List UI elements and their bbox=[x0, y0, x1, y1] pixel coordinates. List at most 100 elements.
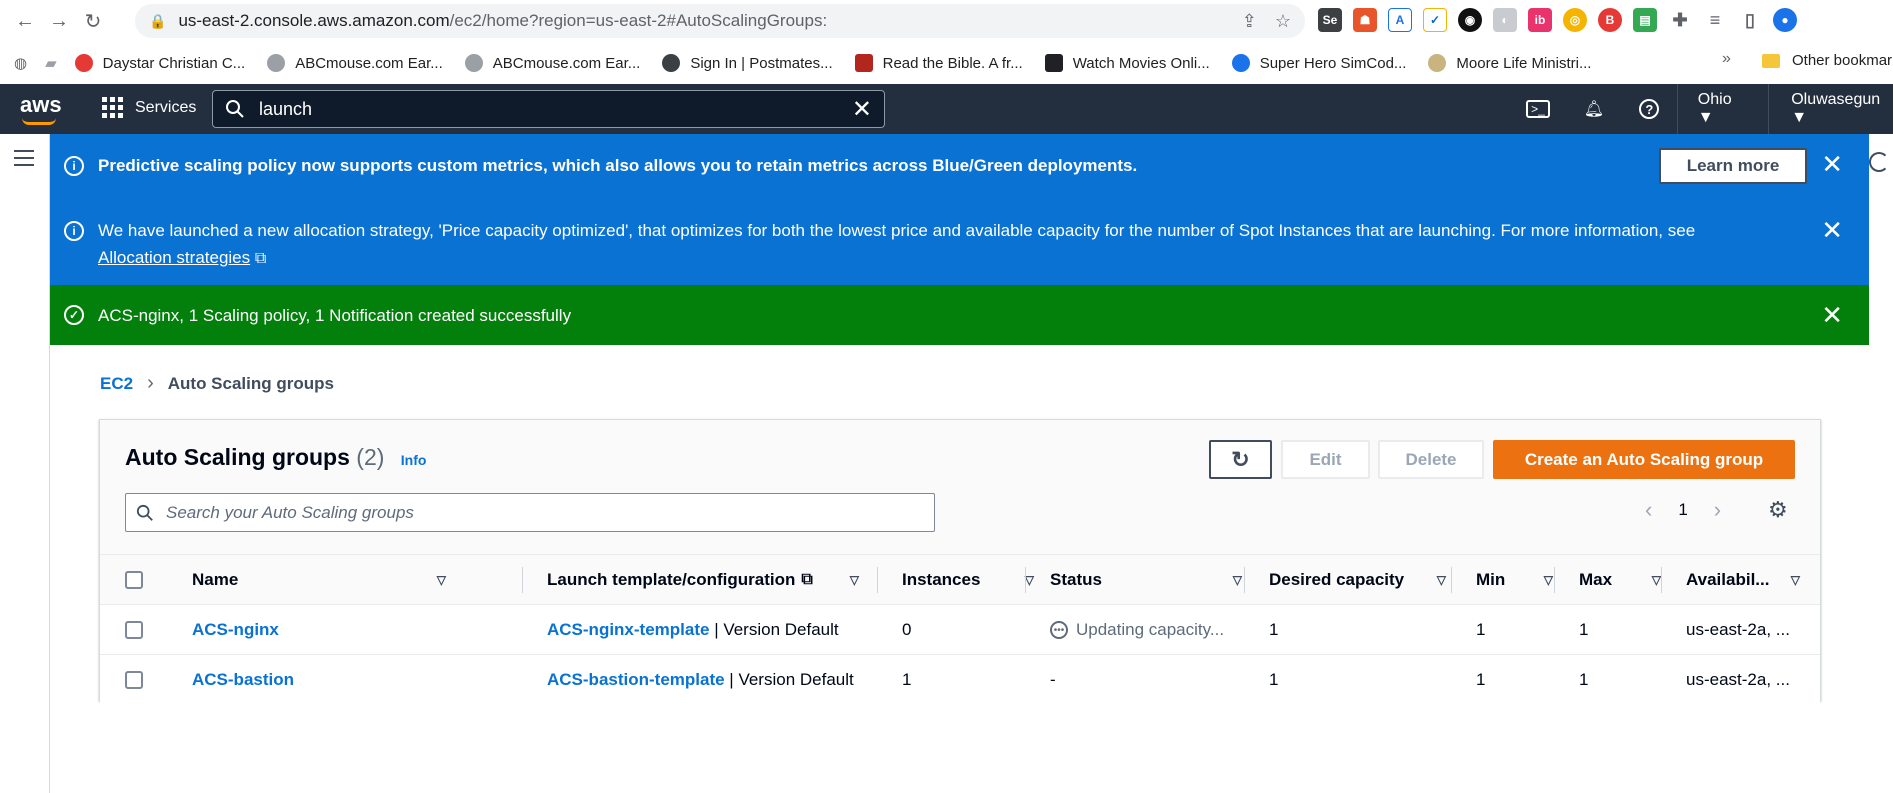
extension-icon[interactable]: ◎ bbox=[1563, 8, 1587, 32]
close-icon[interactable]: ✕ bbox=[1821, 302, 1843, 328]
column-status[interactable]: Status ▽ bbox=[1050, 555, 1250, 604]
services-menu[interactable]: Services bbox=[102, 97, 196, 118]
side-panel-icon[interactable]: ▯ bbox=[1738, 8, 1762, 32]
user-menu[interactable]: Oluwasegun ▼ bbox=[1769, 91, 1893, 127]
allocation-strategies-link[interactable]: Allocation strategies bbox=[98, 248, 250, 267]
info-link[interactable]: Info bbox=[401, 452, 427, 468]
back-icon[interactable]: ← bbox=[8, 4, 42, 38]
row-template-link[interactable]: ACS-nginx-template bbox=[547, 620, 709, 640]
help-icon[interactable]: ? bbox=[1622, 84, 1678, 134]
services-label: Services bbox=[135, 98, 197, 116]
address-bar[interactable]: 🔒 us-east-2.console.aws.amazon.com/ec2/h… bbox=[135, 4, 1305, 38]
reload-icon[interactable]: ↻ bbox=[76, 4, 110, 38]
learn-more-button[interactable]: Learn more bbox=[1659, 148, 1807, 184]
table-row[interactable]: ACS-nginx ACS-nginx-template | Version D… bbox=[100, 606, 1820, 655]
puzzle-icon[interactable]: ✚ bbox=[1668, 8, 1692, 32]
table-header: Auto Scaling groups (2) Info ↻ Edit Dele… bbox=[100, 420, 1820, 555]
close-icon[interactable]: ✕ bbox=[1821, 151, 1843, 177]
extension-icon[interactable]: A bbox=[1388, 8, 1412, 32]
forward-icon[interactable]: → bbox=[42, 4, 76, 38]
select-all-checkbox[interactable] bbox=[125, 555, 149, 604]
table-search-input[interactable]: Search your Auto Scaling groups bbox=[125, 493, 935, 532]
column-min[interactable]: Min ▽ bbox=[1476, 555, 1561, 604]
bookmark-favicon-icon bbox=[854, 54, 873, 72]
share-icon[interactable]: ⇪ bbox=[1242, 11, 1257, 32]
row-name-link[interactable]: ACS-nginx bbox=[192, 606, 279, 654]
gear-icon[interactable]: ⚙ bbox=[1768, 497, 1788, 523]
column-availability-zones[interactable]: Availabil... ▽ bbox=[1686, 555, 1808, 604]
bookmark-item[interactable]: ABCmouse.com Ear... bbox=[464, 54, 640, 72]
other-bookmarks[interactable]: Other bookmar bbox=[1762, 52, 1892, 69]
row-instances: 0 bbox=[902, 620, 912, 639]
bookmark-page-icon[interactable]: ▰ bbox=[45, 54, 57, 72]
browser-toolbar: ← → ↻ 🔒 us-east-2.console.aws.amazon.com… bbox=[0, 0, 1893, 42]
url-path: /ec2/home?region=us-east-2#AutoScalingGr… bbox=[449, 11, 828, 30]
bookmark-item[interactable]: Watch Movies Onli... bbox=[1044, 54, 1210, 72]
extension-icon[interactable]: ▤ bbox=[1633, 8, 1657, 32]
bookmark-star-icon[interactable]: ☆ bbox=[1275, 11, 1291, 32]
row-checkbox[interactable] bbox=[125, 606, 149, 654]
flash-predictive-text: Predictive scaling policy now supports c… bbox=[98, 156, 1138, 175]
bookmark-favicon-icon bbox=[74, 54, 93, 72]
extension-icon[interactable]: ◐ bbox=[1493, 8, 1517, 32]
column-instances[interactable]: Instances ▽ bbox=[902, 555, 1042, 604]
row-template-link[interactable]: ACS-bastion-template bbox=[547, 670, 725, 690]
chevron-right-icon[interactable]: › bbox=[1714, 497, 1721, 523]
hamburger-menu-icon[interactable] bbox=[14, 150, 34, 171]
row-checkbox[interactable] bbox=[125, 655, 149, 704]
bookmark-item[interactable]: Super Hero SimCod... bbox=[1231, 54, 1406, 72]
row-desired: 1 bbox=[1269, 669, 1279, 689]
in-progress-icon: ••• bbox=[1050, 621, 1068, 639]
region-selector[interactable]: Ohio ▼ bbox=[1678, 84, 1770, 134]
extension-icon[interactable]: Se bbox=[1318, 8, 1342, 32]
column-launch-template[interactable]: Launch template/configuration ⧉ ▽ bbox=[547, 555, 867, 604]
avatar[interactable]: ● bbox=[1773, 8, 1797, 32]
extension-icon[interactable]: ◉ bbox=[1458, 8, 1482, 32]
sort-icon: ▽ bbox=[1232, 572, 1242, 587]
delete-button[interactable]: Delete bbox=[1378, 440, 1484, 479]
clear-search-icon[interactable]: ✕ bbox=[852, 95, 872, 124]
extension-icon[interactable]: ✓ bbox=[1423, 8, 1447, 32]
folder-icon bbox=[1762, 53, 1780, 68]
column-headers: Name ▽ Launch template/configuration ⧉ ▽ In… bbox=[100, 555, 1820, 605]
tools-panel-icon[interactable] bbox=[1869, 152, 1889, 172]
bookmark-item[interactable]: Moore Life Ministri... bbox=[1428, 54, 1591, 72]
extension-icon[interactable]: B bbox=[1598, 8, 1622, 32]
reading-list-icon[interactable]: ≡ bbox=[1703, 8, 1727, 32]
bookmark-item[interactable]: ABCmouse.com Ear... bbox=[267, 54, 443, 72]
column-desired-capacity[interactable]: Desired capacity ▽ bbox=[1269, 555, 1454, 604]
breadcrumb-current: Auto Scaling groups bbox=[167, 373, 334, 393]
edit-button[interactable]: Edit bbox=[1281, 440, 1370, 479]
cloudshell-icon[interactable]: >_ bbox=[1510, 84, 1566, 134]
close-icon[interactable]: ✕ bbox=[1821, 217, 1843, 243]
info-icon: i bbox=[64, 221, 84, 241]
extension-icon[interactable]: ☗ bbox=[1353, 8, 1377, 32]
row-status: ••• Updating capacity... bbox=[1050, 606, 1240, 654]
breadcrumb-ec2[interactable]: EC2 bbox=[100, 374, 133, 394]
refresh-button[interactable]: ↻ bbox=[1209, 440, 1272, 479]
aws-logo-smile-icon bbox=[22, 118, 56, 125]
row-name-link[interactable]: ACS-bastion bbox=[192, 655, 294, 704]
sort-icon: ▽ bbox=[1436, 572, 1446, 587]
sort-icon: ▽ bbox=[1543, 572, 1553, 587]
extension-icon[interactable]: ib bbox=[1528, 8, 1552, 32]
bookmark-item[interactable]: Read the Bible. A fr... bbox=[854, 54, 1023, 72]
aws-search-input[interactable]: launch ✕ bbox=[212, 90, 885, 128]
bookmark-item[interactable]: Daystar Christian C... bbox=[74, 54, 245, 72]
apps-icon[interactable]: ◍ bbox=[14, 54, 27, 72]
auto-scaling-groups-table: Auto Scaling groups (2) Info ↻ Edit Dele… bbox=[99, 419, 1821, 704]
row-min: 1 bbox=[1476, 669, 1486, 689]
bookmarks-overflow-icon[interactable]: » bbox=[1722, 50, 1731, 68]
url-host: us-east-2.console.aws.amazon.com bbox=[178, 11, 450, 30]
bookmark-item[interactable]: Sign In | Postmates... bbox=[662, 54, 833, 72]
page-number[interactable]: 1 bbox=[1678, 500, 1687, 520]
create-auto-scaling-group-button[interactable]: Create an Auto Scaling group bbox=[1493, 440, 1795, 479]
row-min: 1 bbox=[1476, 620, 1486, 639]
chevron-left-icon[interactable]: ‹ bbox=[1645, 497, 1652, 523]
column-name[interactable]: Name ▽ bbox=[192, 555, 454, 604]
notifications-bell-icon[interactable]: 🔔︎ bbox=[1566, 84, 1622, 134]
aws-logo[interactable]: aws bbox=[20, 92, 62, 118]
column-max[interactable]: Max ▽ bbox=[1579, 555, 1669, 604]
pagination: ‹ 1 › bbox=[1645, 497, 1721, 523]
table-row[interactable]: ACS-bastion ACS-bastion-template | Versi… bbox=[100, 655, 1820, 704]
